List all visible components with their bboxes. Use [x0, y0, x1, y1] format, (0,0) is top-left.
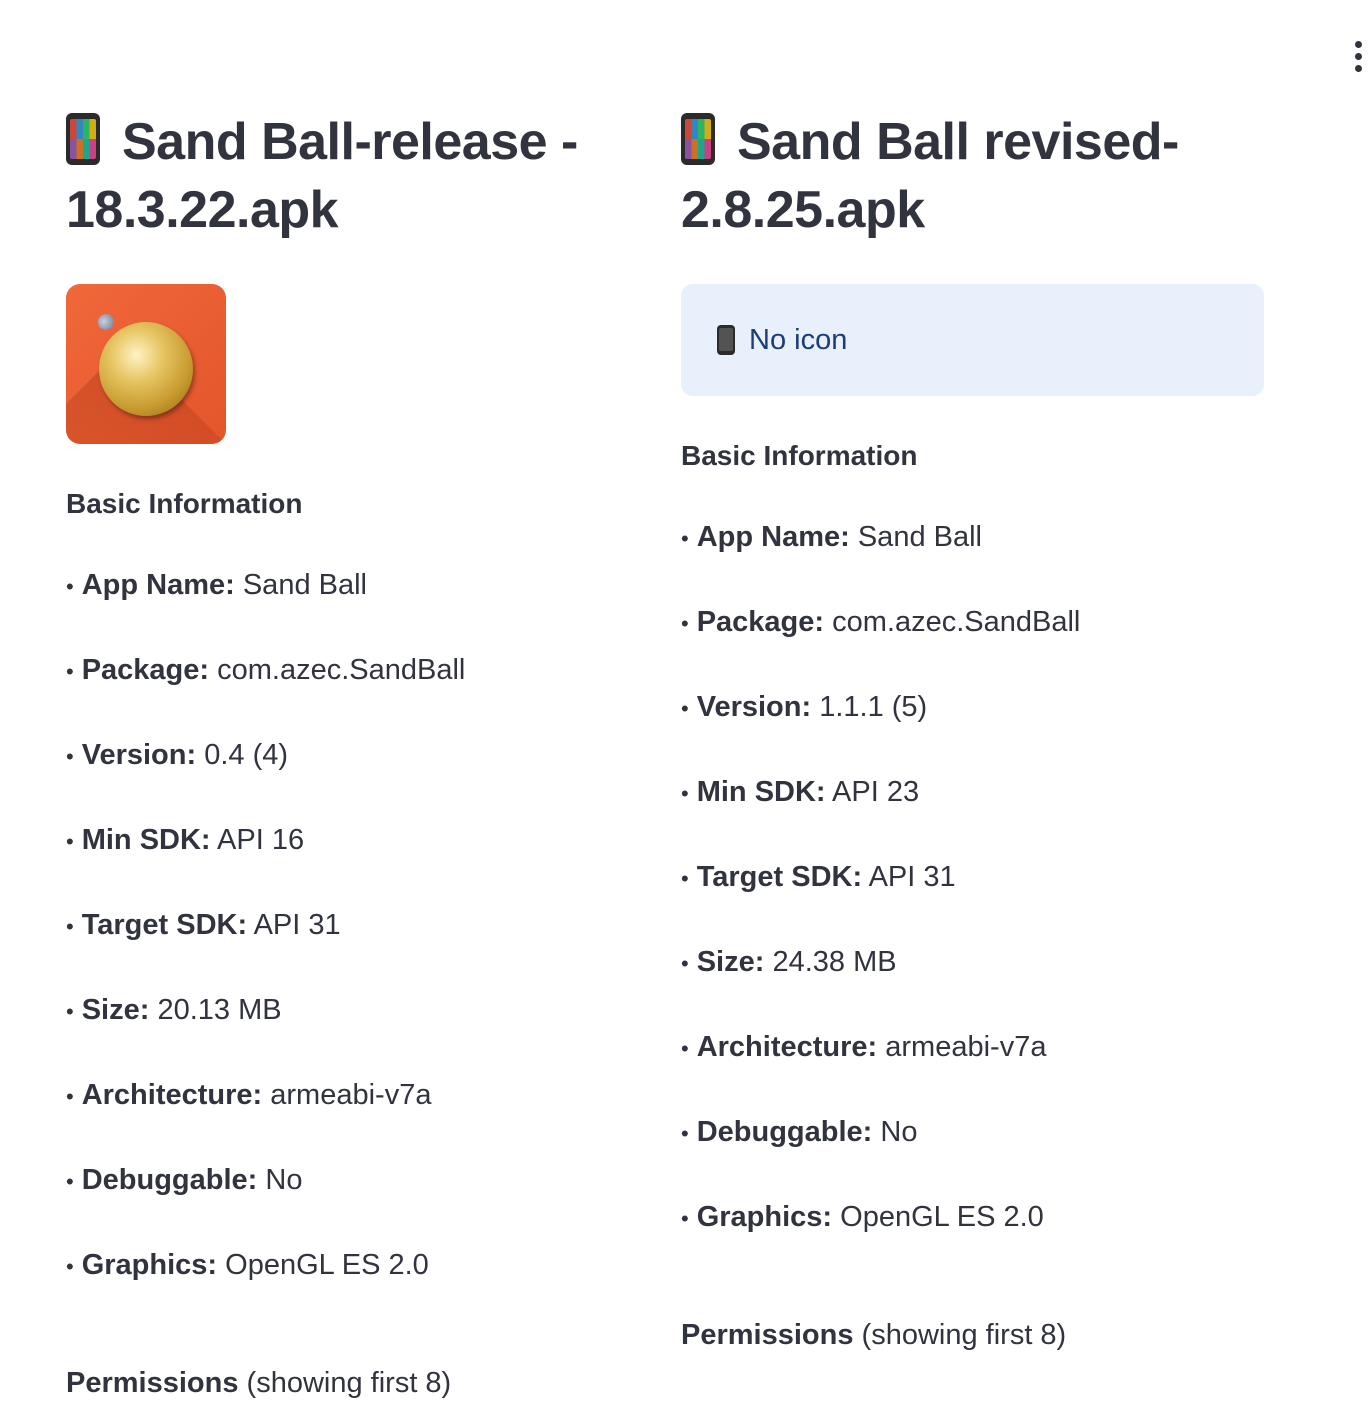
info-value: API 23 — [832, 776, 920, 808]
info-key: Architecture: — [81, 1079, 263, 1111]
main-menu-button[interactable] — [1346, 38, 1370, 74]
info-key: Debuggable: — [696, 1116, 873, 1148]
info-key: Size: — [696, 946, 765, 978]
apk-title: Sand Ball-release - 18.3.22.apk — [66, 108, 651, 244]
info-value: API 16 — [217, 824, 305, 856]
list-item: • Graphics: OpenGL ES 2.0 — [66, 1249, 429, 1281]
list-item: • Target SDK: API 31 — [66, 909, 341, 941]
permissions-label: Permissions — [681, 1319, 854, 1351]
info-value: No — [880, 1116, 918, 1148]
no-icon-text: No icon — [749, 323, 848, 356]
basic-info-list: • App Name: Sand Ball • Package: com.azec.… — [681, 519, 1266, 1237]
info-key: Target SDK: — [81, 909, 248, 941]
list-item: • Architecture: armeabi-v7a — [681, 1031, 1047, 1063]
info-value: 1.1.1 (5) — [819, 691, 928, 723]
list-item: • Size: 24.38 MB — [681, 946, 897, 978]
info-value: API 31 — [868, 861, 956, 893]
apk-title: Sand Ball revised- 2.8.25.apk — [681, 108, 1266, 244]
mobile-phone-icon — [66, 113, 100, 165]
info-value: OpenGL ES 2.0 — [840, 1201, 1044, 1233]
info-value: armeabi-v7a — [270, 1079, 432, 1111]
list-item: • Version: 0.4 (4) — [66, 739, 289, 771]
kebab-menu-dot — [1354, 52, 1362, 60]
info-key: App Name: — [696, 521, 850, 553]
info-key: Min SDK: — [696, 776, 826, 808]
info-key: Version: — [696, 691, 812, 723]
apk-title-line2: 18.3.22.apk — [66, 181, 339, 239]
permissions-note: (showing first 8) — [861, 1319, 1067, 1351]
basic-information-heading: Basic Information — [66, 488, 303, 519]
info-value: 24.38 MB — [772, 946, 897, 978]
info-value: Sand Ball — [857, 521, 982, 553]
info-key: Graphics: — [696, 1201, 833, 1233]
apk-column-right: Sand Ball revised- 2.8.25.apk No icon Ba… — [681, 108, 1266, 1353]
apk-title-line1: Sand Ball-release - — [122, 113, 578, 171]
info-value: com.azec.SandBall — [832, 606, 1081, 638]
info-value: 0.4 (4) — [204, 739, 289, 771]
permissions-heading: Permissions (showing first 8) — [681, 1317, 1266, 1353]
sand-ball-app-icon — [66, 284, 226, 444]
info-value: API 31 — [253, 909, 341, 941]
basic-information-heading: Basic Information — [681, 440, 918, 471]
info-value: Sand Ball — [242, 569, 367, 601]
basic-info-list: • App Name: Sand Ball • Package: com.azec.… — [66, 567, 651, 1285]
info-key: Target SDK: — [696, 861, 863, 893]
no-icon-info-box: No icon — [681, 284, 1264, 396]
list-item: • Version: 1.1.1 (5) — [681, 691, 928, 723]
kebab-menu-icon — [1354, 40, 1362, 48]
info-value: armeabi-v7a — [885, 1031, 1047, 1063]
apk-title-line1: Sand Ball revised- — [737, 113, 1179, 171]
info-value: No — [265, 1164, 303, 1196]
kebab-menu-dot — [1354, 64, 1362, 72]
info-key: Version: — [81, 739, 197, 771]
mobile-phone-icon — [681, 113, 715, 165]
info-value: 20.13 MB — [157, 994, 282, 1026]
list-item: • Debuggable: No — [66, 1164, 303, 1196]
list-item: • Size: 20.13 MB — [66, 994, 282, 1026]
list-item: • Package: com.azec.SandBall — [66, 654, 466, 686]
list-item: • Package: com.azec.SandBall — [681, 606, 1081, 638]
info-value: OpenGL ES 2.0 — [225, 1249, 429, 1281]
info-key: Architecture: — [696, 1031, 878, 1063]
list-item: • Target SDK: API 31 — [681, 861, 956, 893]
permissions-note: (showing first 8) — [246, 1367, 452, 1399]
permissions-heading: Permissions (showing first 8) — [66, 1365, 651, 1401]
apk-column-left: Sand Ball-release - 18.3.22.apk Basic In… — [66, 108, 651, 1401]
list-item: • Architecture: armeabi-v7a — [66, 1079, 432, 1111]
info-value: com.azec.SandBall — [217, 654, 466, 686]
list-item: • Min SDK: API 23 — [681, 776, 920, 808]
permissions-label: Permissions — [66, 1367, 239, 1399]
info-key: Size: — [81, 994, 150, 1026]
info-key: Graphics: — [81, 1249, 218, 1281]
info-key: App Name: — [81, 569, 235, 601]
info-key: Package: — [81, 654, 210, 686]
list-item: • App Name: Sand Ball — [681, 521, 982, 553]
list-item: • Debuggable: No — [681, 1116, 918, 1148]
info-key: Debuggable: — [81, 1164, 258, 1196]
info-key: Min SDK: — [81, 824, 211, 856]
list-item: • Graphics: OpenGL ES 2.0 — [681, 1201, 1044, 1233]
list-item: • App Name: Sand Ball — [66, 569, 367, 601]
apk-title-line2: 2.8.25.apk — [681, 181, 925, 239]
info-key: Package: — [696, 606, 825, 638]
list-item: • Min SDK: API 16 — [66, 824, 305, 856]
mobile-phone-icon — [717, 325, 735, 355]
